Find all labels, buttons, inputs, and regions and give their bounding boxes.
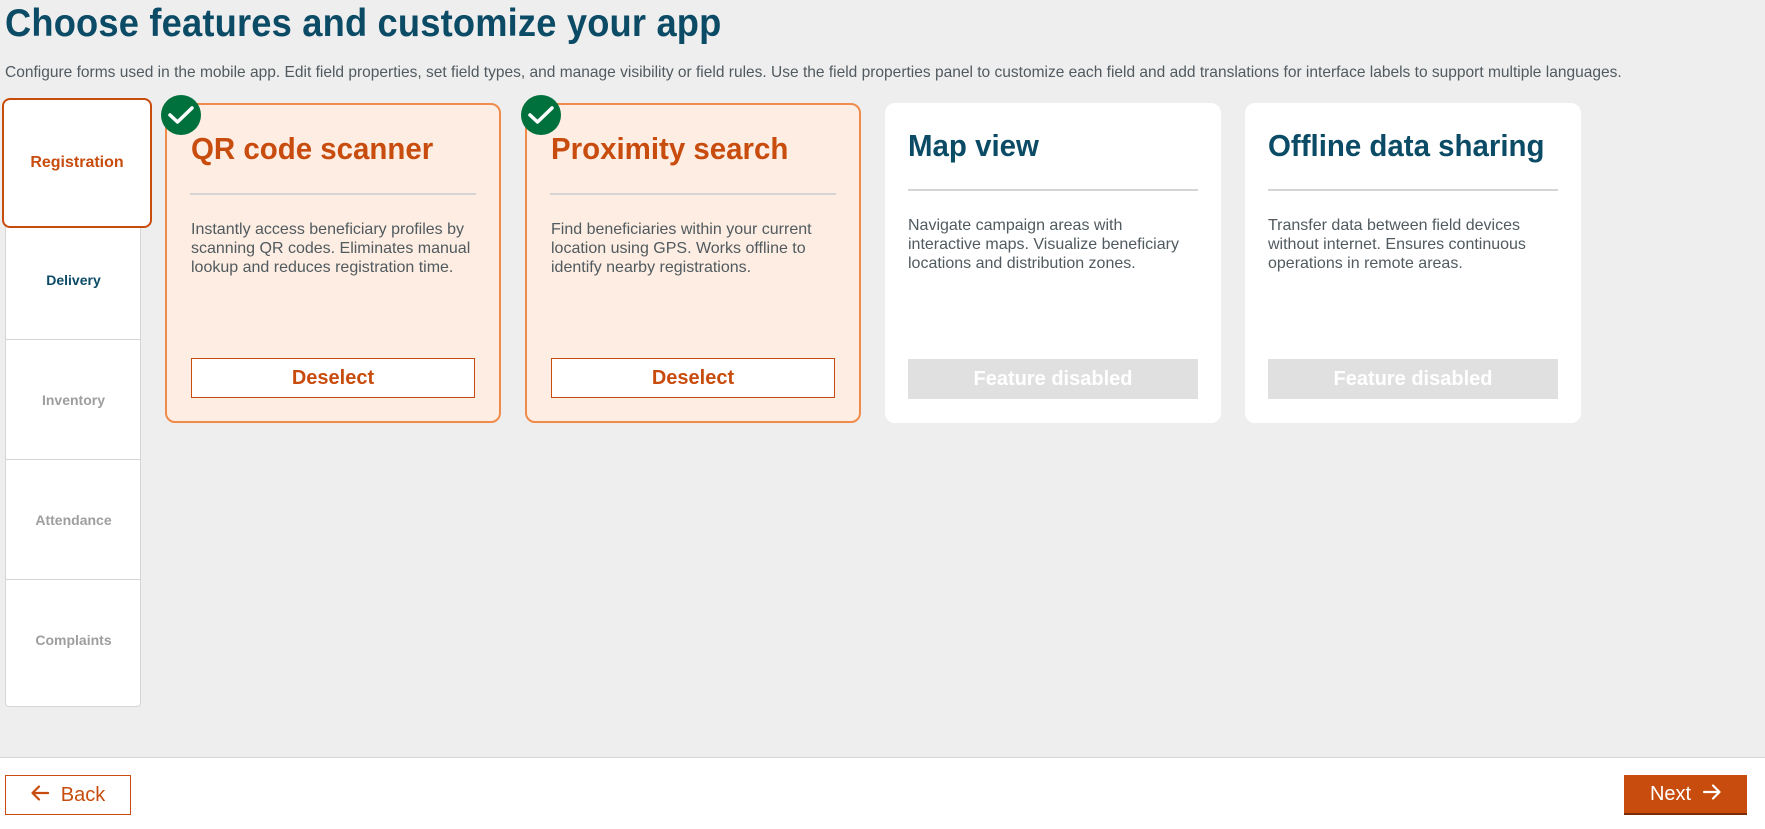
page-title: Choose features and customize your app [5,2,722,45]
card-divider [550,193,836,195]
card-divider [190,193,476,195]
card-divider [908,189,1198,191]
back-button[interactable]: Back [5,775,131,815]
arrow-left-icon [31,784,49,807]
sidebar-item-inventory[interactable]: Inventory [6,340,141,460]
card-title: Map view [908,128,1039,163]
sidebar-item-label: Inventory [41,391,105,408]
arrow-right-icon [1702,783,1721,806]
action-bar [0,757,1765,829]
feature-disabled-button: Feature disabled [908,359,1198,399]
deselect-button[interactable]: Deselect [191,358,475,398]
feature-card-offline-data-sharing[interactable]: Offline data sharing Transfer data betwe… [1245,103,1581,423]
card-title: Offline data sharing [1268,128,1545,163]
card-divider [1268,189,1558,191]
back-button-label: Back [60,783,106,806]
sidebar-item-label: Delivery [46,271,101,288]
card-description: Instantly access beneficiary profiles by… [191,221,471,276]
sidebar-item-attendance[interactable]: Attendance [6,460,141,580]
feature-disabled-button: Feature disabled [1268,359,1558,399]
check-circle-icon [161,95,201,135]
deselect-button[interactable]: Deselect [551,358,835,398]
card-description: Find beneficiaries within your current l… [551,221,812,276]
sidebar-item-complaints[interactable]: Complaints [6,580,141,700]
sidebar-item-label: Registration [30,154,124,171]
card-description: Transfer data between field devices with… [1268,217,1526,272]
sidebar-item-label: Complaints [35,632,112,648]
feature-card-map-view[interactable]: Map view Navigate campaign areas with in… [885,103,1221,423]
sidebar-item-registration[interactable]: Registration [2,98,152,228]
next-button[interactable]: Next [1624,775,1747,815]
sidebar-item-label: Attendance [35,511,112,528]
page-description: Configure forms used in the mobile app. … [5,64,1622,81]
feature-card-proximity-search[interactable]: Proximity search Find beneficiaries with… [525,103,861,423]
card-description: Navigate campaign areas with interactive… [908,217,1179,272]
sidebar-item-delivery[interactable]: Delivery [6,220,141,340]
feature-card-qr-code-scanner[interactable]: QR code scanner Instantly access benefic… [165,103,501,423]
next-button-label: Next [1649,782,1692,805]
card-title: QR code scanner [191,131,434,166]
check-circle-icon [521,95,561,135]
card-title: Proximity search [551,131,789,166]
